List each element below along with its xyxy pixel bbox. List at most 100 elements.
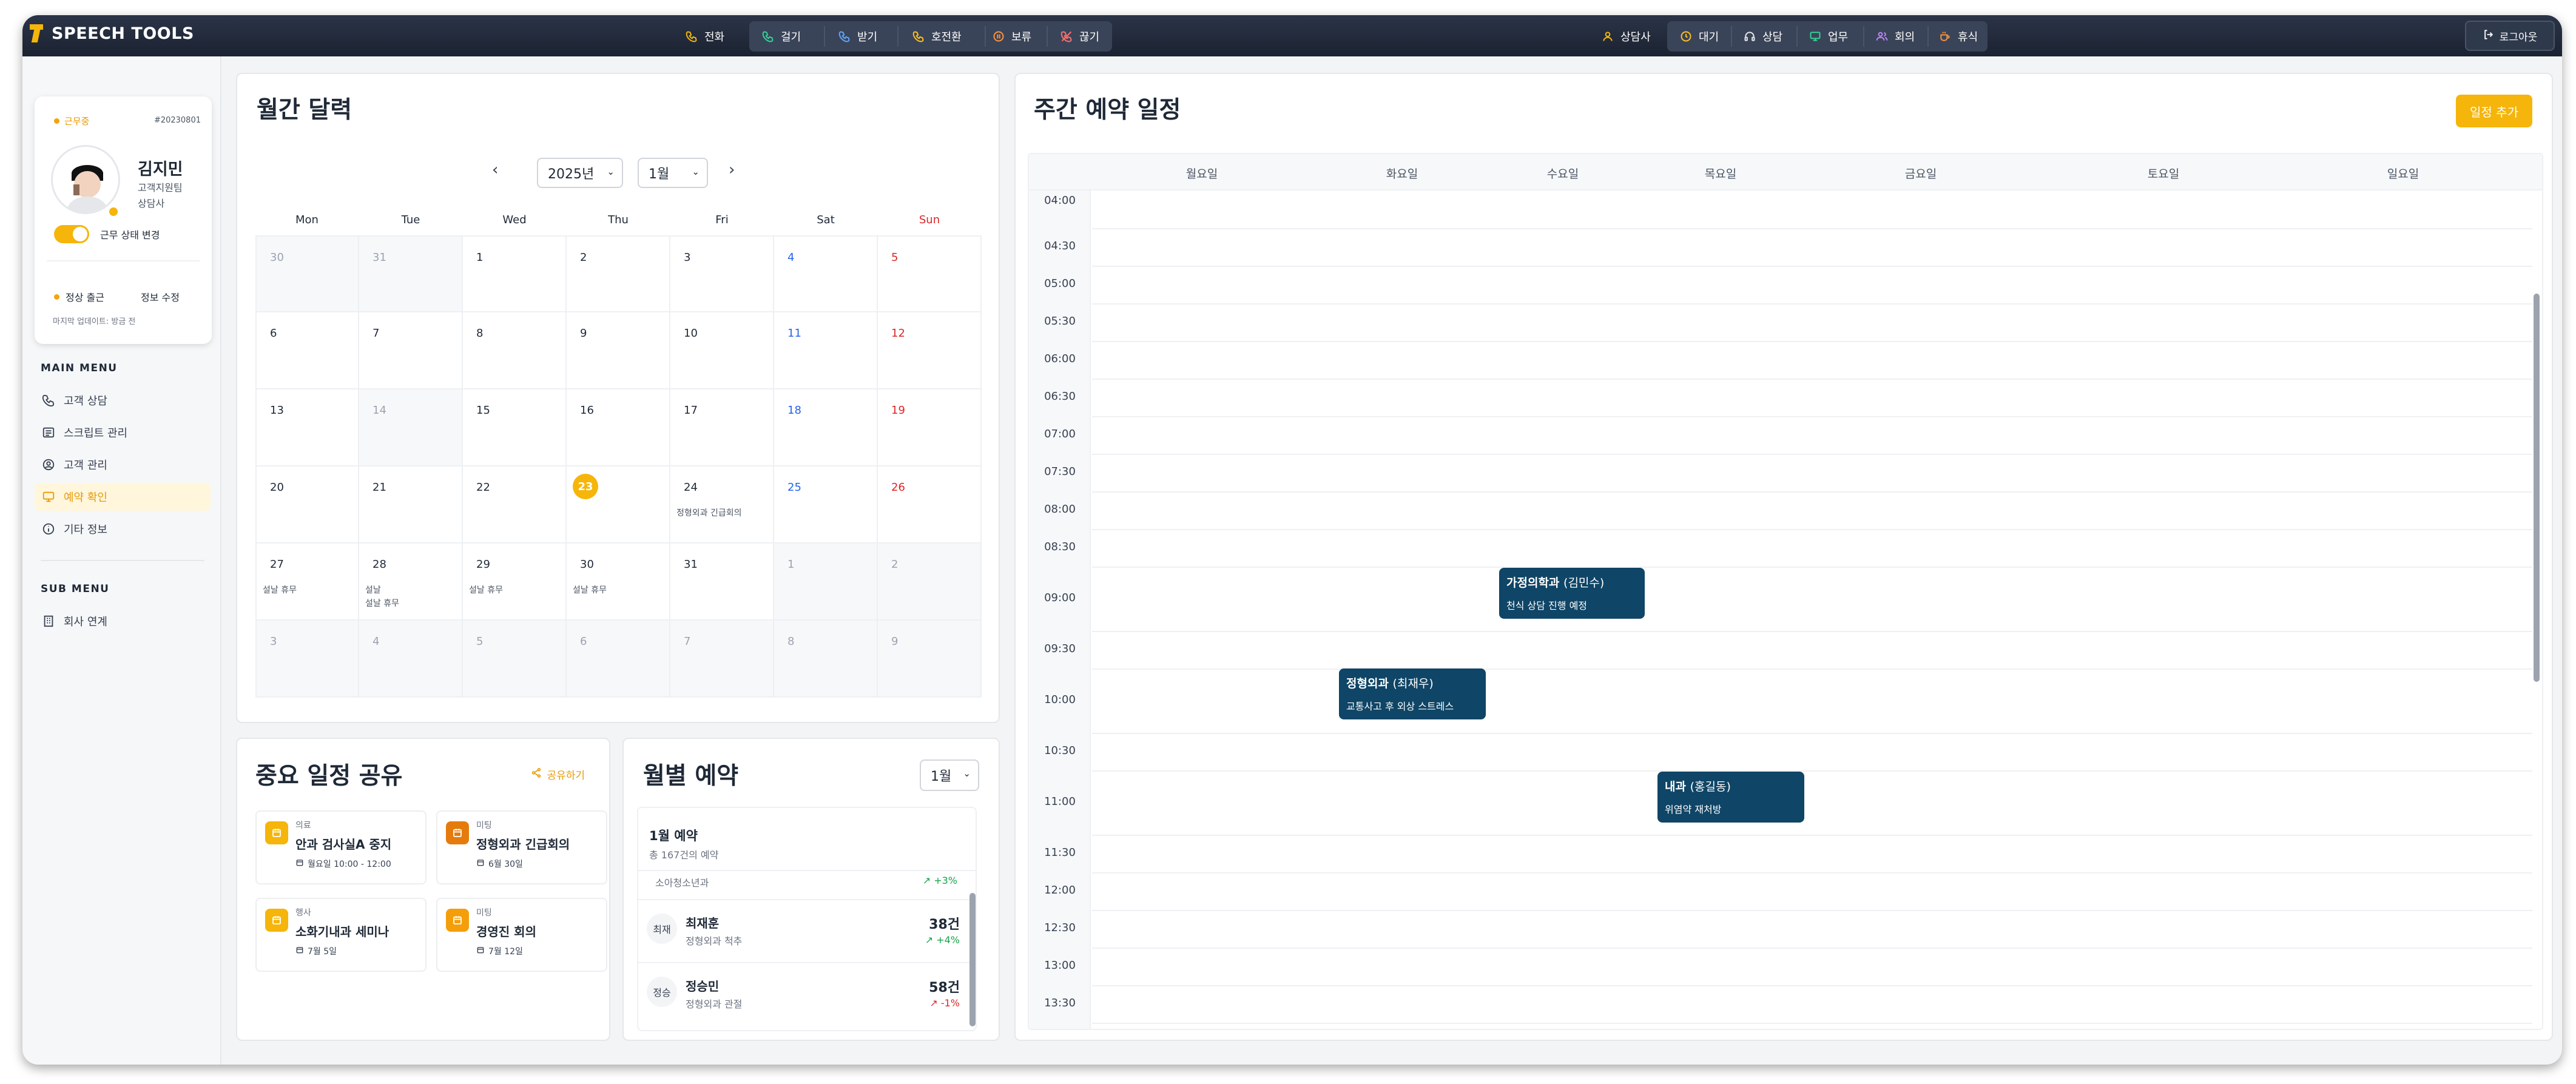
shared-item[interactable]: 의료 안과 검사실A 중지 월요일 10:00 - 12:00 bbox=[255, 810, 427, 884]
calendar-event[interactable]: 설날 휴무 bbox=[365, 597, 399, 609]
calendar-day[interactable]: 2 bbox=[567, 235, 670, 312]
prev-month-button[interactable]: ‹ bbox=[492, 161, 498, 179]
user-name: 김지민 bbox=[138, 160, 183, 179]
calendar-day[interactable]: 23 bbox=[567, 466, 670, 544]
logout-button[interactable]: 로그아웃 bbox=[2465, 21, 2555, 51]
shared-item[interactable]: 미팅 경영진 회의 7월 12일 bbox=[436, 898, 607, 972]
logo[interactable]: SPEECH TOOLS bbox=[30, 20, 194, 47]
transfer-button[interactable]: 호전환 bbox=[903, 22, 970, 50]
calendar-day[interactable]: 24 정형외과 긴급회의 bbox=[670, 466, 774, 544]
agent-main-button[interactable]: 상담사 bbox=[1593, 22, 1659, 50]
calendar-day[interactable]: 13 bbox=[255, 389, 359, 466]
dial-button[interactable]: 걸기 bbox=[753, 22, 809, 50]
avatar[interactable] bbox=[51, 145, 120, 214]
month-select[interactable]: 1월 ⌄ bbox=[638, 158, 708, 188]
sidebar-item-reservations[interactable]: 예약 확인 bbox=[35, 483, 211, 511]
user-dept: 고객지원팀 bbox=[138, 182, 183, 194]
calendar-event[interactable]: 정형외과 긴급회의 bbox=[676, 507, 742, 519]
monthly-month-select[interactable]: 1월 ⌄ bbox=[920, 759, 979, 791]
status-break-button[interactable]: 휴식 bbox=[1930, 22, 1986, 50]
calendar-day[interactable]: 26 bbox=[878, 466, 982, 544]
time-label: 04:30 bbox=[1044, 240, 1076, 252]
users-icon bbox=[1875, 30, 1889, 43]
share-button[interactable]: 공유하기 bbox=[531, 767, 585, 782]
calendar-day[interactable]: 6 bbox=[567, 621, 670, 698]
calendar-day[interactable]: 30 설날 휴무 bbox=[567, 544, 670, 621]
sidebar-item-other[interactable]: 기타 정보 bbox=[35, 515, 211, 543]
appointment-card[interactable]: 내과 (홍길동) 위염약 재처방 bbox=[1657, 772, 1804, 823]
hangup-button[interactable]: 끊기 bbox=[1051, 22, 1108, 50]
calendar-day[interactable]: 9 bbox=[878, 621, 982, 698]
calendar-day[interactable]: 12 bbox=[878, 312, 982, 389]
calendar-day[interactable]: 28 설날 설날 휴무 bbox=[359, 544, 463, 621]
day-number: 31 bbox=[684, 558, 698, 571]
reservation-row[interactable]: 최재 최재훈 정형외과 척추 38건 ↗ +4% bbox=[638, 899, 976, 962]
calendar-day[interactable]: 31 bbox=[359, 235, 463, 312]
calendar-day[interactable]: 5 bbox=[463, 621, 567, 698]
reservation-row[interactable]: 정승 정승민 정형외과 관절 58건 ↗ -1% bbox=[638, 962, 976, 1025]
year-select[interactable]: 2025년 ⌄ bbox=[537, 158, 623, 188]
calendar-day[interactable]: 30 bbox=[255, 235, 359, 312]
weekday-label: Tue bbox=[401, 214, 420, 226]
day-number: 29 bbox=[476, 558, 490, 571]
calendar-day[interactable]: 8 bbox=[774, 621, 878, 698]
status-meeting-button[interactable]: 회의 bbox=[1867, 22, 1923, 50]
calendar-day[interactable]: 17 bbox=[670, 389, 774, 466]
calendar-event[interactable]: 설날 휴무 bbox=[573, 584, 607, 596]
work-status-toggle[interactable] bbox=[54, 225, 89, 243]
shared-item[interactable]: 행사 소화기내과 세미나 7월 5일 bbox=[255, 898, 427, 972]
app-window: SPEECH TOOLS 전화 걸기 받기 호전환 보류 끊기 상담사 대기 상… bbox=[22, 15, 2562, 1065]
calendar-event[interactable]: 설날 bbox=[365, 584, 381, 596]
calendar-day[interactable]: 1 bbox=[774, 544, 878, 621]
calendar-day[interactable]: 22 bbox=[463, 466, 567, 544]
calendar-day[interactable]: 21 bbox=[359, 466, 463, 544]
calendar-day[interactable]: 4 bbox=[359, 621, 463, 698]
shared-item[interactable]: 미팅 정형외과 긴급회의 6월 30일 bbox=[436, 810, 607, 884]
monthly-scrollbar[interactable] bbox=[969, 893, 976, 1026]
calendar-icon bbox=[295, 858, 304, 869]
calendar-day[interactable]: 10 bbox=[670, 312, 774, 389]
status-wait-button[interactable]: 대기 bbox=[1671, 22, 1727, 50]
calendar-day[interactable]: 31 bbox=[670, 544, 774, 621]
sidebar-item-customers[interactable]: 고객 관리 bbox=[35, 451, 211, 479]
calendar-day[interactable]: 25 bbox=[774, 466, 878, 544]
sidebar-item-company[interactable]: 회사 연계 bbox=[35, 607, 211, 635]
next-month-button[interactable]: › bbox=[729, 161, 735, 179]
hold-button[interactable]: 보류 bbox=[983, 22, 1040, 50]
status-work-button[interactable]: 업무 bbox=[1800, 22, 1856, 50]
appointment-card[interactable]: 가정의학과 (김민수) 천식 상담 진행 예정 bbox=[1499, 568, 1645, 619]
sidebar-item-consult[interactable]: 고객 상담 bbox=[35, 386, 211, 414]
calendar-day[interactable]: 7 bbox=[670, 621, 774, 698]
calendar-day[interactable]: 15 bbox=[463, 389, 567, 466]
add-schedule-button[interactable]: 일정 추가 bbox=[2456, 95, 2532, 127]
calendar-day[interactable]: 14 bbox=[359, 389, 463, 466]
weekly-scrollbar[interactable] bbox=[2534, 294, 2540, 682]
calendar-day[interactable]: 5 bbox=[878, 235, 982, 312]
calendar-day[interactable]: 9 bbox=[567, 312, 670, 389]
appointment-card[interactable]: 정형외과 (최재우) 교통사고 후 외상 스트레스 bbox=[1339, 668, 1486, 719]
calendar-day[interactable]: 4 bbox=[774, 235, 878, 312]
calendar-day[interactable]: 27 설날 휴무 bbox=[255, 544, 359, 621]
calendar-day[interactable]: 7 bbox=[359, 312, 463, 389]
calendar-day[interactable]: 20 bbox=[255, 466, 359, 544]
calendar-day[interactable]: 11 bbox=[774, 312, 878, 389]
calendar-day[interactable]: 1 bbox=[463, 235, 567, 312]
edit-profile-link[interactable]: 정보 수정 bbox=[141, 289, 180, 304]
answer-button[interactable]: 받기 bbox=[829, 22, 886, 50]
calendar-day[interactable]: 19 bbox=[878, 389, 982, 466]
calendar-day[interactable]: 3 bbox=[255, 621, 359, 698]
call-main-button[interactable]: 전화 bbox=[676, 22, 733, 50]
calendar-day[interactable]: 6 bbox=[255, 312, 359, 389]
calendar-day[interactable]: 8 bbox=[463, 312, 567, 389]
calendar-day[interactable]: 16 bbox=[567, 389, 670, 466]
calendar-day[interactable]: 2 bbox=[878, 544, 982, 621]
calendar-event[interactable]: 설날 휴무 bbox=[263, 584, 297, 596]
calendar-day[interactable]: 29 설날 휴무 bbox=[463, 544, 567, 621]
sidebar-item-scripts[interactable]: 스크립트 관리 bbox=[35, 419, 211, 446]
calendar-day[interactable]: 3 bbox=[670, 235, 774, 312]
calendar-event[interactable]: 설날 휴무 bbox=[469, 584, 503, 596]
chevron-down-icon: ⌄ bbox=[692, 166, 700, 177]
calendar-day[interactable]: 18 bbox=[774, 389, 878, 466]
status-consult-button[interactable]: 상담 bbox=[1735, 22, 1791, 50]
time-label: 05:00 bbox=[1044, 277, 1076, 290]
